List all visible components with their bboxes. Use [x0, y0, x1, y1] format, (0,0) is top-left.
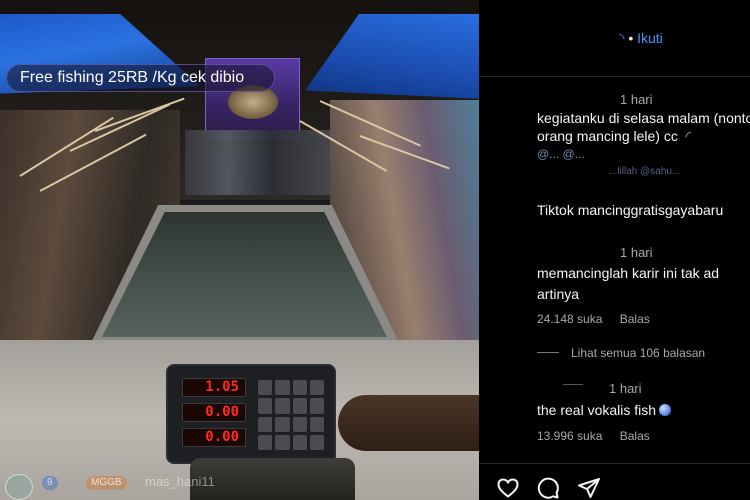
scale-keypad: [258, 380, 324, 450]
stage-crowd: [185, 130, 330, 195]
comment-text: the real vokalis fish: [537, 401, 672, 419]
mention-links[interactable]: @... @...: [537, 145, 585, 163]
comment-meta: 24.148 suka Balas: [537, 312, 664, 326]
comment-icon[interactable]: [536, 476, 560, 500]
like-count[interactable]: 13.996 suka: [537, 429, 602, 443]
like-count[interactable]: 24.148 suka: [537, 312, 602, 326]
reply-button[interactable]: Balas: [620, 429, 650, 443]
comment-text-line: orang mancing lele) cc: [537, 128, 678, 144]
streamer-avatar[interactable]: [5, 474, 33, 500]
comment-text-line2: orang mancing lele) cc ◜: [537, 127, 691, 145]
comment-meta: 13.996 suka Balas: [537, 429, 664, 443]
comment-text-line2: artinya: [537, 286, 580, 302]
comments-panel: ◝ • Ikuti 1 hari kegiatanku di selasa ma…: [479, 0, 750, 500]
header-divider: [479, 76, 750, 77]
globe-emoji-icon: [659, 404, 672, 416]
scale-weight-readout: 1.05: [182, 378, 246, 397]
comment-timestamp: 1 hari: [620, 92, 653, 107]
follow-button[interactable]: ◝ • Ikuti: [619, 30, 663, 47]
follow-label: Ikuti: [637, 30, 663, 46]
video-player[interactable]: Free fishing 25RB /Kg cek dibio 1.05 0.0…: [0, 0, 479, 500]
reply-button[interactable]: Balas: [620, 312, 650, 326]
live-stream-bar: 9 MGGB mas_hani11: [0, 470, 479, 500]
comment-text: Tiktok mancinggratisgayabaru: [537, 202, 724, 218]
comment-timestamp: 1 hari: [620, 245, 653, 260]
replies-divider: [537, 352, 559, 353]
group-badge: MGGB: [86, 476, 127, 490]
scale-display: 1.05 0.00 0.00: [182, 378, 246, 454]
comment-text: kegiatanku di selasa malam (nonto: [537, 110, 750, 126]
mention-links-truncated[interactable]: ...lillah @sahu...: [609, 163, 680, 181]
streamer-username: mas_hani11: [145, 474, 215, 489]
scale-total-readout: 0.00: [182, 428, 246, 447]
mention-link[interactable]: ◜: [682, 128, 691, 144]
comment-text-line: the real vokalis fish: [537, 402, 657, 418]
video-caption-overlay: Free fishing 25RB /Kg cek dibio: [6, 64, 275, 92]
account-glyph: ◝: [619, 30, 625, 46]
view-replies-link[interactable]: Lihat semua 106 balasan: [571, 346, 705, 360]
actions-divider: [479, 463, 750, 464]
viewer-badge: 9: [42, 476, 58, 490]
digital-scale: 1.05 0.00 0.00: [166, 364, 336, 464]
comment-text: memancinglah karir ini tak ad: [537, 265, 720, 281]
person-arm: [338, 395, 479, 451]
heart-icon[interactable]: [496, 476, 520, 500]
share-icon[interactable]: [577, 476, 601, 500]
separator-dot: •: [628, 30, 634, 46]
scale-price-readout: 0.00: [182, 403, 246, 422]
post-actions-bar: [479, 474, 750, 500]
username-placeholder: [563, 384, 583, 385]
comment-timestamp: 1 hari: [609, 381, 642, 396]
